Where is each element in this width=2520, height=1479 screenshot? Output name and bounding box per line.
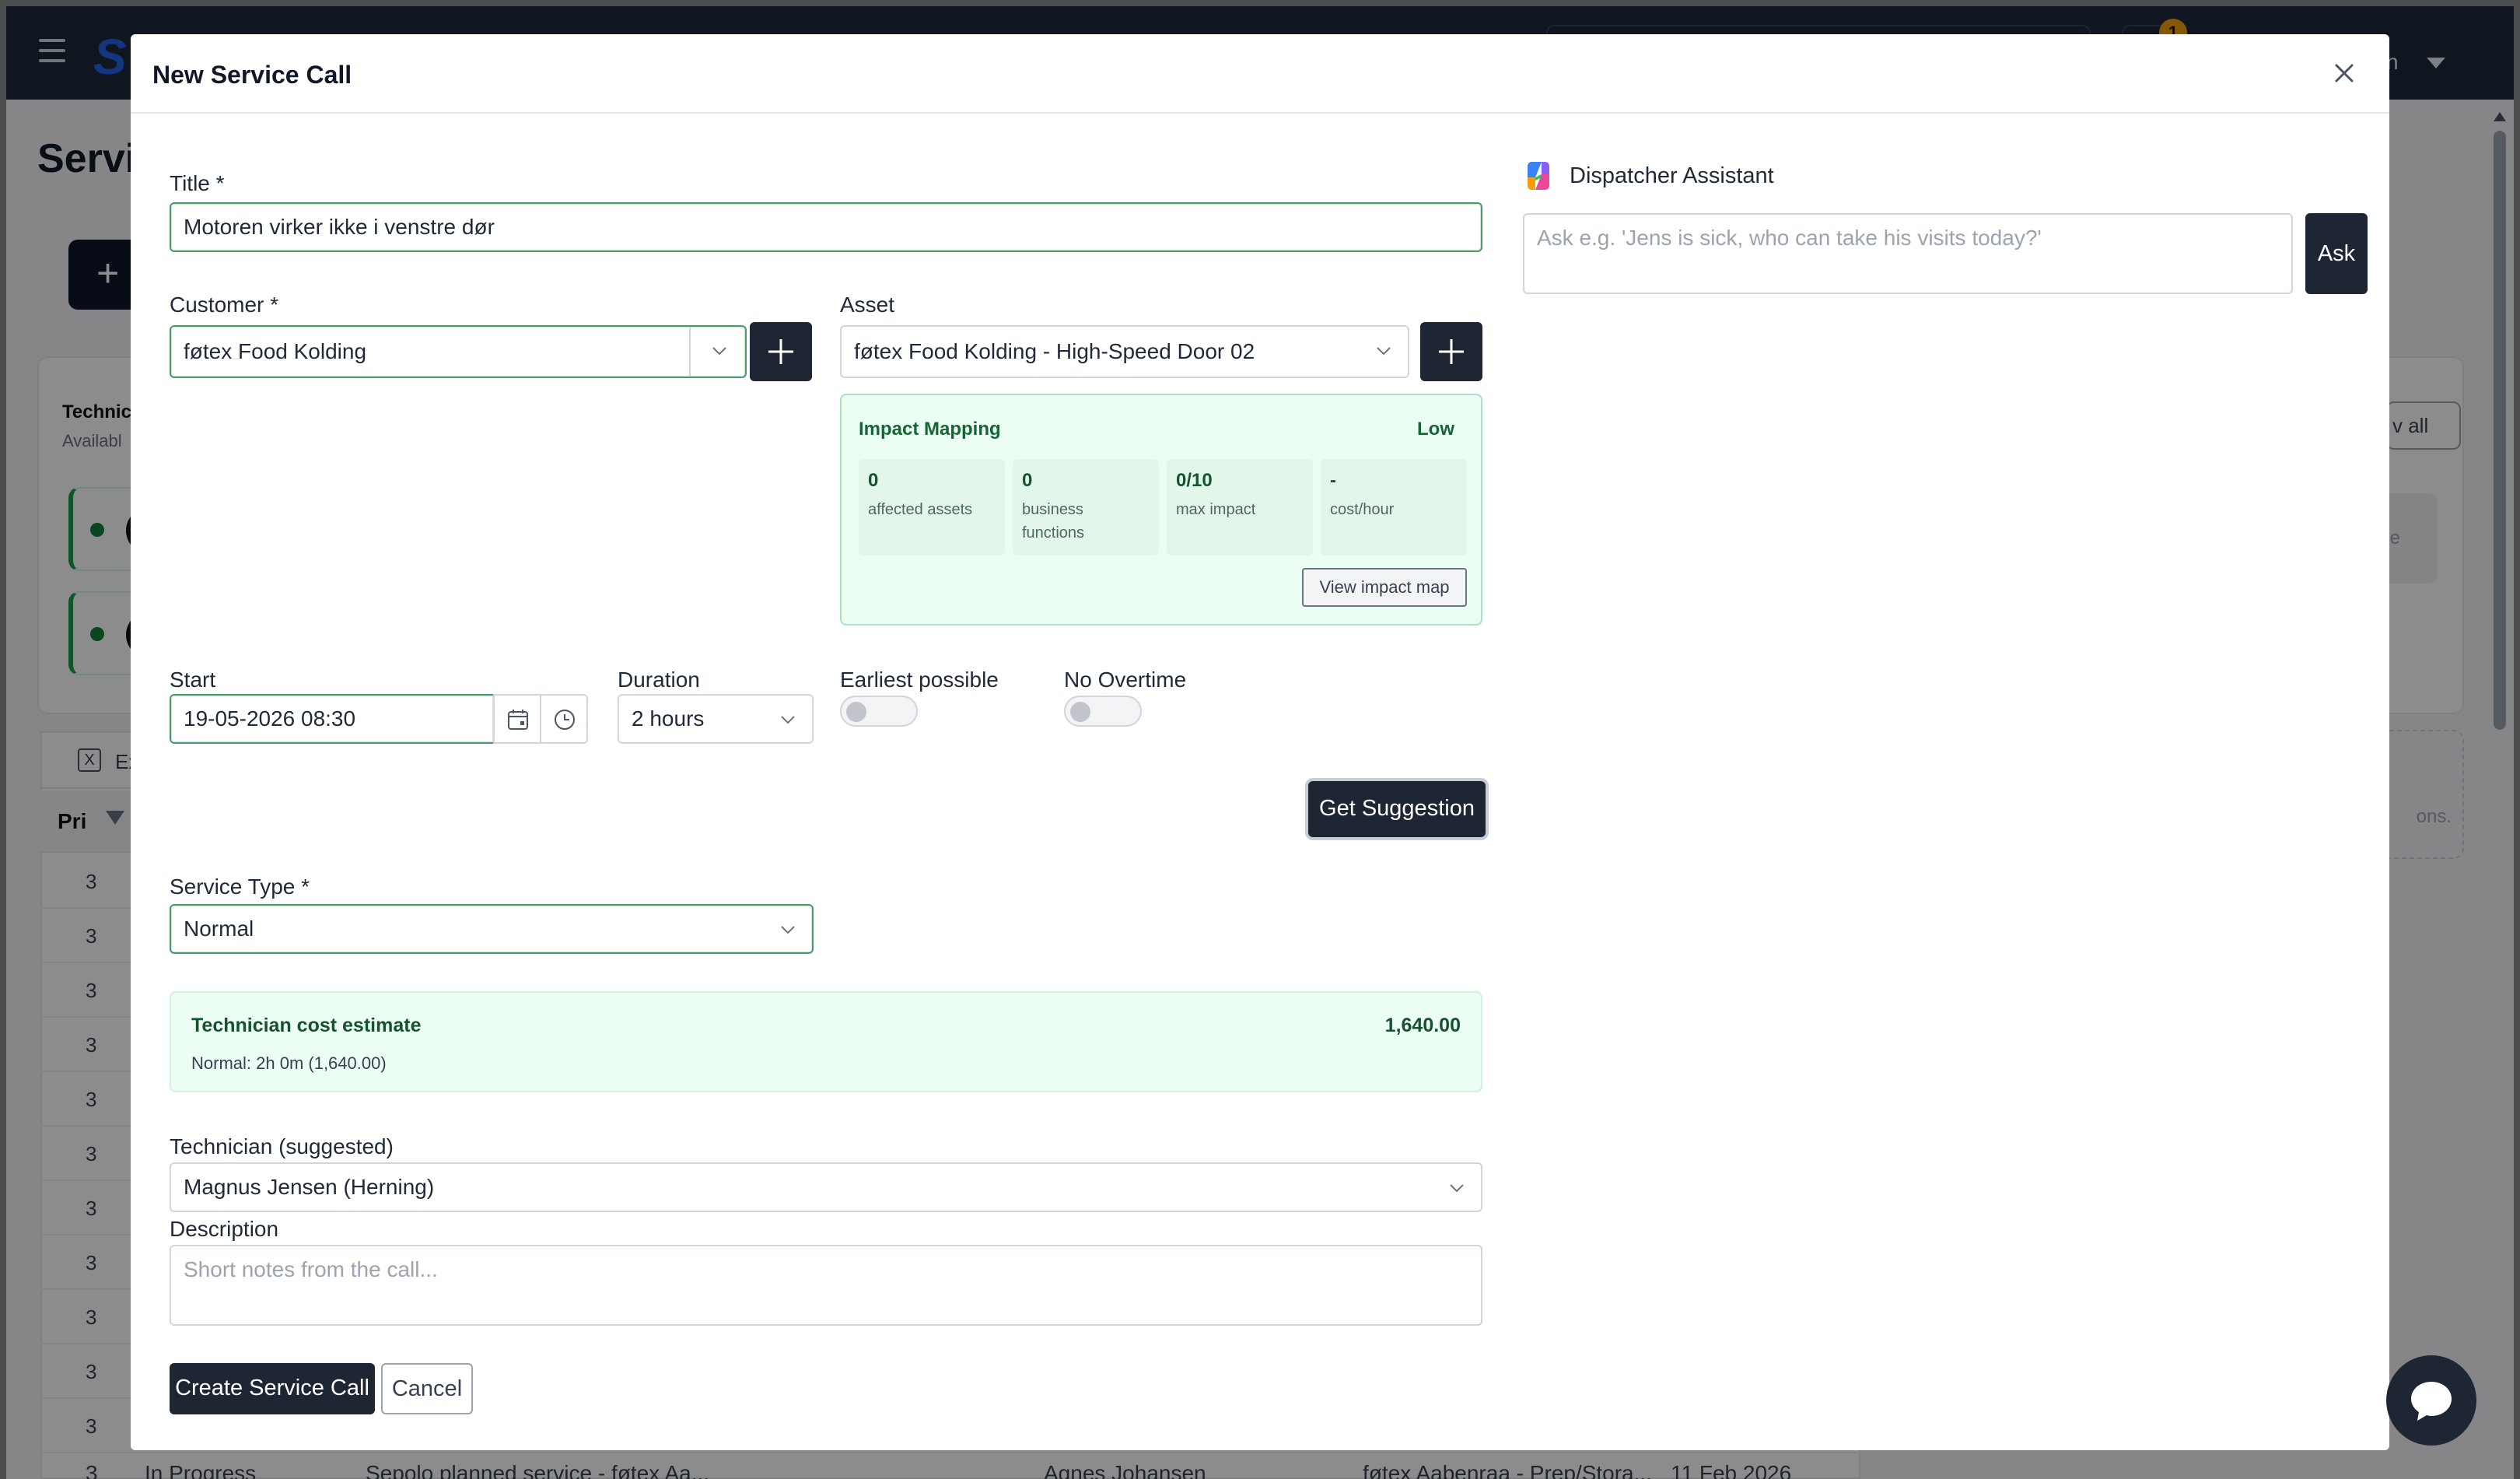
metric-affected-assets: 0 affected assets: [859, 459, 1005, 556]
metric-value: 0: [1022, 470, 1033, 491]
asset-label: Asset: [840, 293, 895, 317]
description-label: Description: [170, 1217, 279, 1241]
modal-header: New Service Call: [131, 34, 2389, 114]
earliest-possible-label: Earliest possible: [840, 668, 999, 692]
add-customer-button[interactable]: [750, 322, 812, 381]
modal-title: New Service Call: [152, 61, 352, 89]
clock-icon[interactable]: [540, 694, 588, 744]
chevron-down-icon: [781, 926, 795, 934]
duration-label: Duration: [618, 668, 700, 692]
technician-value: Magnus Jensen (Herning): [184, 1175, 435, 1199]
metric-label: affected assets: [868, 501, 973, 518]
calendar-icon[interactable]: [493, 694, 541, 744]
no-overtime-toggle[interactable]: [1064, 696, 1142, 727]
metric-value: -: [1330, 470, 1336, 491]
cost-estimate-value: 1,640.00: [1384, 1015, 1461, 1036]
metric-label: business functions: [1022, 501, 1085, 541]
impact-mapping-title: Impact Mapping: [859, 419, 1001, 440]
close-icon[interactable]: [2326, 54, 2363, 92]
metric-label: max impact: [1176, 501, 1256, 518]
title-label: Title *: [170, 171, 225, 195]
impact-mapping-card: Impact Mapping Low 0 affected assets 0 b…: [840, 394, 1482, 626]
no-overtime-label: No Overtime: [1064, 668, 1187, 692]
dispatcher-assistant-title: Dispatcher Assistant: [1570, 163, 1774, 188]
customer-select[interactable]: føtex Food Kolding: [170, 325, 747, 378]
view-impact-map-button[interactable]: View impact map: [1302, 568, 1467, 607]
plus-icon: [768, 339, 793, 364]
chevron-down-icon: [1377, 347, 1391, 356]
get-suggestion-button[interactable]: Get Suggestion: [1308, 781, 1486, 837]
metric-value: 0/10: [1176, 470, 1213, 491]
technician-select[interactable]: Magnus Jensen (Herning): [170, 1162, 1482, 1212]
asset-select[interactable]: føtex Food Kolding - High-Speed Door 02: [840, 325, 1409, 378]
chevron-down-icon: [781, 716, 795, 724]
metric-value: 0: [868, 470, 879, 491]
description-textarea[interactable]: Short notes from the call...: [170, 1245, 1482, 1326]
service-type-select[interactable]: Normal: [170, 904, 814, 954]
start-datetime-input[interactable]: 19-05-2026 08:30: [170, 694, 495, 744]
add-asset-button[interactable]: [1420, 322, 1482, 381]
chat-bubble-icon: [2411, 1382, 2452, 1421]
cost-estimate-title: Technician cost estimate: [191, 1015, 422, 1036]
cost-estimate-detail: Normal: 2h 0m (1,640.00): [191, 1053, 387, 1073]
chat-support-button[interactable]: [2386, 1355, 2476, 1446]
title-input[interactable]: Motoren virker ikke i venstre dør: [170, 202, 1482, 252]
toggle-knob: [1070, 702, 1090, 722]
chevron-down-icon[interactable]: [709, 341, 730, 361]
metric-label: cost/hour: [1330, 501, 1395, 518]
ask-button[interactable]: Ask: [2305, 213, 2368, 294]
metric-max-impact: 0/10 max impact: [1167, 459, 1313, 556]
start-label: Start: [170, 668, 216, 692]
service-type-value: Normal: [184, 916, 254, 941]
duration-select[interactable]: 2 hours: [618, 694, 814, 744]
assistant-question-input[interactable]: Ask e.g. 'Jens is sick, who can take his…: [1523, 213, 2293, 294]
customer-label: Customer *: [170, 293, 279, 317]
create-service-call-button[interactable]: Create Service Call: [170, 1363, 375, 1414]
cancel-button[interactable]: Cancel: [381, 1363, 473, 1414]
impact-level-badge: Low: [1417, 419, 1454, 440]
asset-value: føtex Food Kolding - High-Speed Door 02: [854, 339, 1255, 363]
service-type-label: Service Type *: [170, 874, 310, 899]
new-service-call-modal: New Service Call Title * Motoren virker …: [131, 34, 2389, 1450]
technician-label: Technician (suggested): [170, 1134, 394, 1158]
metric-cost-hour: - cost/hour: [1321, 459, 1467, 556]
divider: [689, 327, 691, 377]
metric-business-functions: 0 business functions: [1013, 459, 1159, 556]
customer-value: føtex Food Kolding: [184, 339, 367, 363]
earliest-possible-toggle[interactable]: [840, 696, 918, 727]
copilot-icon: [1528, 162, 1549, 190]
duration-value: 2 hours: [632, 706, 705, 731]
plus-icon: [1439, 339, 1464, 364]
technician-cost-estimate-card: Technician cost estimate 1,640.00 Normal…: [170, 991, 1482, 1092]
chevron-down-icon: [1450, 1184, 1464, 1193]
toggle-knob: [846, 702, 866, 722]
